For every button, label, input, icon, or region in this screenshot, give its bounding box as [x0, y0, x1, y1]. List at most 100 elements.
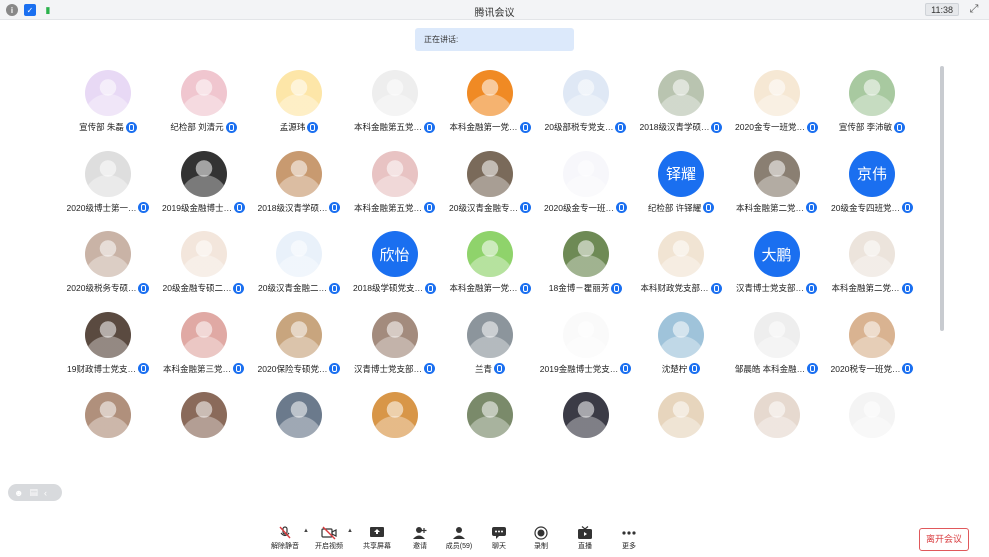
participant-tile[interactable]: [251, 388, 347, 446]
record-icon: [534, 526, 548, 540]
meeting-time: 11:38: [925, 3, 959, 16]
participant-tile[interactable]: 2020税专一班党…: [824, 308, 920, 384]
participant-tile[interactable]: 2020金专一班党…: [729, 66, 825, 142]
participant-tile[interactable]: 本科财政党支部…: [633, 227, 729, 303]
participant-tile[interactable]: 2020级博士第一…: [60, 147, 156, 223]
participant-tile[interactable]: 孟源玮: [251, 66, 347, 142]
participant-tile[interactable]: 20级汉青金融二…: [251, 227, 347, 303]
mic-icon: [138, 202, 150, 213]
participant-name: 沈楚柠: [661, 363, 688, 374]
participant-tile[interactable]: 20级部税专党支…: [538, 66, 634, 142]
participant-tile[interactable]: 兰青: [442, 308, 538, 384]
title-bar: i ✓ ▮ 腾讯会议 11:38 ⤢: [0, 0, 989, 20]
participant-tile[interactable]: 18金博－瞿丽芳: [538, 227, 634, 303]
share-screen-button[interactable]: 共享屏幕: [356, 526, 398, 551]
participant-name-row: 2018级汉青学硕…: [633, 121, 729, 133]
participant-name-row: 本科财政党支部…: [633, 282, 729, 294]
participant-tile[interactable]: 沈楚柠: [633, 308, 729, 384]
participant-name-row: 2020级金专一班…: [538, 202, 634, 214]
participant-tile[interactable]: 2019金融博士党支…: [538, 308, 634, 384]
participant-tile[interactable]: 本科金融第五党…: [347, 66, 443, 142]
participant-tile[interactable]: 本科金融第一党…: [442, 66, 538, 142]
participant-name-row: 宣传部 朱磊: [60, 121, 156, 133]
grid-scrollbar[interactable]: [940, 66, 944, 331]
video-options-chevron-icon[interactable]: ▲: [347, 528, 353, 534]
avatar-image: [467, 392, 513, 438]
more-icon: [622, 531, 636, 535]
participant-tile[interactable]: 本科金融第五党…: [347, 147, 443, 223]
participant-tile[interactable]: 19财政博士党支…: [60, 308, 156, 384]
live-icon: [578, 526, 592, 539]
invite-button[interactable]: 邀请: [399, 526, 441, 551]
emoji-icon[interactable]: ☻: [14, 488, 23, 498]
participant-tile[interactable]: 2020级金专一班…: [538, 147, 634, 223]
participant-tile[interactable]: [60, 388, 156, 446]
participant-tile[interactable]: [538, 388, 634, 446]
avatar-image: [85, 392, 131, 438]
unmute-button[interactable]: 解除静音: [264, 526, 306, 551]
fullscreen-icon[interactable]: ⤢: [967, 3, 981, 17]
mic-icon: [901, 202, 913, 213]
participant-tile[interactable]: 2020级税务专硕…: [60, 227, 156, 303]
chat-button[interactable]: 聊天: [478, 526, 520, 551]
participant-name: 兰青: [474, 363, 492, 374]
participant-tile[interactable]: 大鹏 汉青博士党支部…: [729, 227, 825, 303]
participant-tile[interactable]: 汉青博士党支部…: [347, 308, 443, 384]
participant-tile[interactable]: 宣传部 李沛敏: [824, 66, 920, 142]
participant-tile[interactable]: 本科金融第二党…: [729, 147, 825, 223]
participant-tile[interactable]: 2018级汉青学硕…: [633, 66, 729, 142]
participant-name-row: 本科金融第二党…: [729, 202, 825, 214]
participant-tile[interactable]: [347, 388, 443, 446]
leave-meeting-button[interactable]: 离开会议: [919, 528, 969, 551]
participant-tile[interactable]: 邹晨皓 本科金融…: [729, 308, 825, 384]
participant-tile[interactable]: 宣传部 朱磊: [60, 66, 156, 142]
participant-tile[interactable]: 2020保险专硕党…: [251, 308, 347, 384]
share-screen-icon: [370, 527, 384, 537]
participant-tile[interactable]: 本科金融第一党…: [442, 227, 538, 303]
record-button[interactable]: 录制: [520, 526, 562, 551]
participant-name: 2020级金专一班…: [544, 202, 614, 213]
participant-tile[interactable]: 欣怡 2018级学硕党支…: [347, 227, 443, 303]
keyboard-icon[interactable]: ▤: [29, 487, 38, 498]
more-button[interactable]: 更多: [608, 526, 650, 551]
participant-name-row: 18金博－瞿丽芳: [538, 282, 634, 294]
floating-mini-toolbar[interactable]: ☻ ▤ ‹: [8, 484, 62, 501]
avatar: [753, 311, 800, 358]
participant-tile[interactable]: 20级金融专硕二…: [156, 227, 252, 303]
participant-tile[interactable]: 本科金融第二党…: [824, 227, 920, 303]
participant-tile[interactable]: 2018级汉青学硕…: [251, 147, 347, 223]
avatar-image: [85, 231, 131, 277]
invite-label: 邀请: [413, 543, 427, 550]
avatar-image: [180, 392, 227, 438]
mic-icon: [901, 282, 913, 294]
participant-tile[interactable]: 20级汉青金融专…: [442, 147, 538, 223]
mic-icon: [307, 121, 319, 133]
participant-name: 20级金融专硕二…: [162, 283, 232, 293]
meeting-toolbar: 解除静音 ▲ 开启视频 ▲ 共享屏幕 邀请 成员(59) 聊天 录制 直播 更多: [262, 526, 652, 554]
avatar-image: [85, 150, 131, 197]
avatar: [849, 311, 895, 358]
participant-tile[interactable]: [633, 388, 729, 446]
participant-tile[interactable]: 本科金融第三党…: [156, 308, 252, 384]
members-button[interactable]: 成员(59): [438, 526, 480, 551]
start-video-button[interactable]: 开启视频: [308, 526, 350, 551]
avatar-image: [85, 70, 131, 116]
avatar-image: [371, 311, 418, 358]
participant-tile[interactable]: 纪检部 刘清元: [156, 66, 252, 142]
video-off-icon: [321, 526, 337, 540]
participant-tile[interactable]: [824, 388, 920, 446]
participant-tile[interactable]: 铎耀 纪检部 许铎耀: [633, 147, 729, 223]
participant-tile[interactable]: [729, 388, 825, 446]
chevron-left-icon[interactable]: ‹: [44, 488, 47, 498]
mic-icon: [689, 363, 701, 374]
participant-name-row: 2020金专一班党…: [729, 121, 825, 133]
participant-name-row: 孟源玮: [251, 121, 347, 133]
participant-name-row: 本科金融第二党…: [824, 282, 920, 294]
participant-tile[interactable]: 京伟 20级金专四班党…: [824, 147, 920, 223]
participant-tile[interactable]: [156, 388, 252, 446]
avatar-image: [467, 150, 513, 197]
participant-tile[interactable]: 2019级金融博士…: [156, 147, 252, 223]
live-button[interactable]: 直播: [564, 526, 606, 551]
avatar: [180, 150, 227, 197]
participant-tile[interactable]: [442, 388, 538, 446]
